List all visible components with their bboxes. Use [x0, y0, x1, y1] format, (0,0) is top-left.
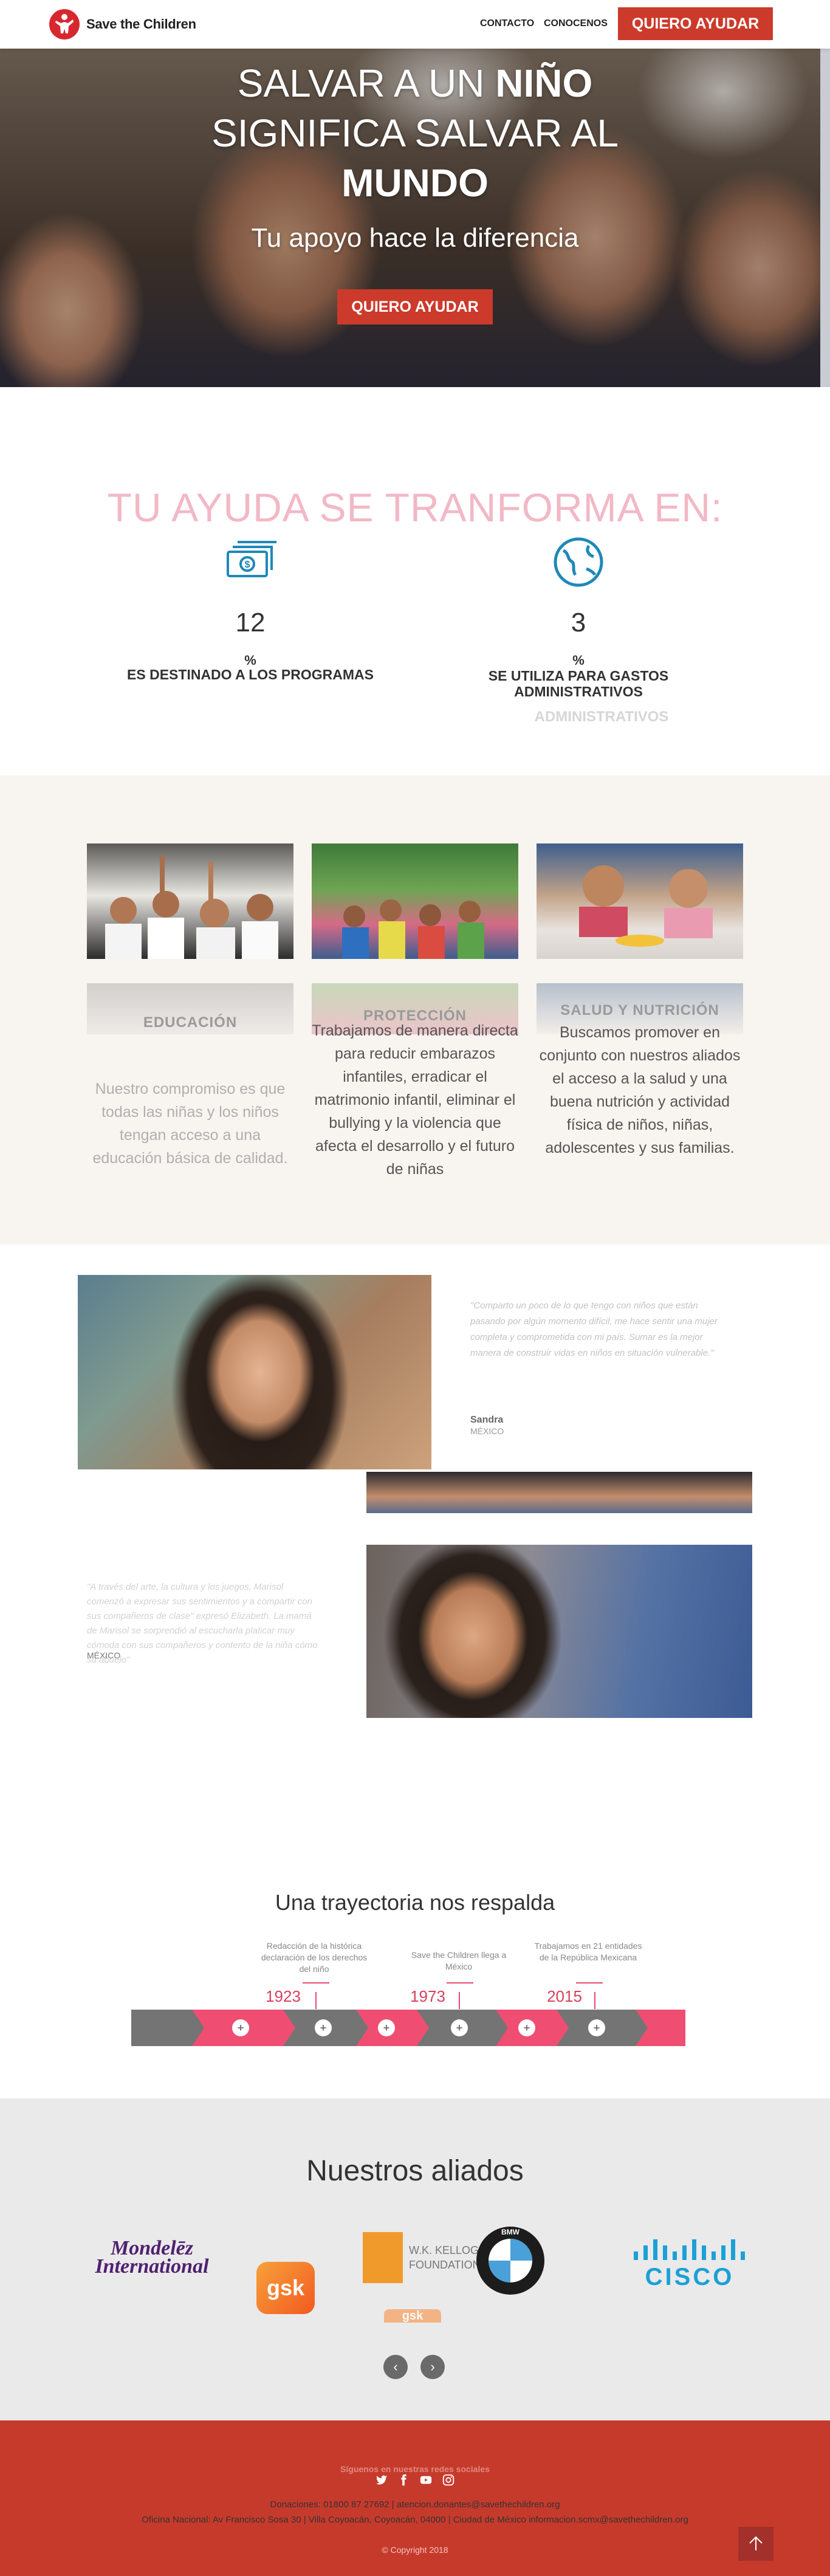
nav-contacto-link[interactable]: CONTACTO: [480, 18, 534, 29]
timeline-dot-5[interactable]: +: [518, 2019, 535, 2036]
footer-copyright: © Copyright 2018: [382, 2545, 448, 2555]
timeline-year-2015: 2015: [547, 1987, 582, 2005]
impact-label-gastos-ghost: ADMINISTRATIVOS: [534, 709, 669, 722]
program-text-proteccion: Trabajamos de manera directa para reduci…: [312, 1022, 518, 1178]
svg-text:$: $: [245, 560, 250, 570]
testimonial-name: Sandra: [470, 1415, 504, 1425]
impact-title: TU AYUDA SE TRANFORMA EN:: [107, 485, 723, 530]
save-the-children-logo-icon: [49, 9, 80, 39]
timeline-dot-6[interactable]: +: [588, 2019, 605, 2036]
money-icon: $: [227, 541, 276, 577]
timeline-segment-4: [636, 2010, 685, 2046]
timeline-desc-1973: Save the Children llega a México: [411, 1950, 507, 1971]
impact-label-gastos: SE UTILIZA PARA GASTOS ADMINISTRATIVOS: [488, 668, 669, 699]
timeline-marker-2015: [576, 1982, 603, 1984]
logo-text: Save the Children: [86, 16, 196, 32]
hero-title-nino: NIÑO: [495, 61, 593, 105]
arrow-up-icon: [749, 2536, 763, 2550]
bmw-logo-icon: BMW: [476, 2227, 544, 2295]
timeline-arrow-1923: [315, 1992, 317, 2009]
logo[interactable]: Save the Children: [49, 9, 196, 40]
youtube-icon[interactable]: [419, 2473, 433, 2487]
testimonial-place: MÉXICO: [470, 1426, 504, 1436]
nav-conocenos-link[interactable]: CONOCENOS: [544, 18, 608, 29]
testimonial-photo-sandra: [78, 1275, 431, 1469]
header-donate-button[interactable]: QUIERO AYUDAR: [618, 7, 773, 40]
mondelez-logo-text: Mondelēz International: [95, 2237, 209, 2278]
impact-unit-gastos: %: [572, 653, 585, 668]
hero-title-mundo: MUNDO: [341, 161, 489, 205]
testimonial-photo-marisol: [366, 1545, 752, 1718]
gsk-logo-text: gsk: [266, 2275, 305, 2300]
cisco-logo-text: CISCO: [645, 2263, 735, 2290]
gsk-ghost-logo: gsk: [384, 2309, 441, 2323]
partner-logo-gsk[interactable]: gsk: [249, 2248, 322, 2327]
instagram-icon[interactable]: [442, 2473, 455, 2487]
timeline-title: Una trayectoria nos respalda: [275, 1890, 555, 1915]
timeline-marker-1923: [303, 1982, 329, 1984]
hero-title: SALVAR A UN NIÑO SIGNIFICA SALVAR AL MUN…: [172, 58, 658, 208]
testimonial-photo-strip: [366, 1472, 752, 1513]
timeline-year-1923: 1923: [266, 1987, 301, 2005]
hero-scrollbar[interactable]: [820, 49, 830, 387]
bmw-logo-text: BMW: [501, 2228, 520, 2236]
hero-title-line1: SALVAR A UN: [237, 61, 496, 105]
globe-icon: [554, 537, 603, 587]
timeline-dot-4[interactable]: +: [451, 2019, 468, 2036]
back-to-top-button[interactable]: [738, 2527, 773, 2561]
testimonial-quote-marisol: "A través del arte, la cultura y los jue…: [87, 1582, 318, 1665]
testimonial-place-2: MÉXICO: [87, 1650, 121, 1660]
footer-social-links: [366, 2473, 464, 2487]
partners-title: Nuestros aliados: [306, 2155, 524, 2187]
program-text-educacion: Nuestro compromiso es que todas las niña…: [92, 1080, 288, 1167]
program-image-proteccion: [312, 843, 518, 959]
footer-donations: Donaciones: 01800 87 27692 | atencion.do…: [270, 2499, 560, 2510]
partner-logo-bmw[interactable]: BMW: [462, 2221, 559, 2300]
timeline-desc-2015: Trabajamos en 21 entidades de la Repúbli…: [534, 1941, 642, 1962]
partner-logo-mondelez[interactable]: Mondelēz International: [85, 2218, 219, 2297]
carousel-prev-button[interactable]: ‹: [383, 2355, 408, 2379]
hero-title-line2: SIGNIFICA SALVAR AL: [211, 111, 619, 155]
footer-office: Oficina Nacional: Av Francisco Sosa 30 |…: [142, 2515, 688, 2525]
timeline-dot-2[interactable]: +: [315, 2019, 332, 2036]
impact-number-programas: 12: [235, 608, 266, 637]
program-text-salud: Buscamos promover en conjunto con nuestr…: [539, 1024, 741, 1156]
timeline-dot-1[interactable]: +: [232, 2019, 249, 2036]
facebook-icon[interactable]: [397, 2473, 410, 2487]
program-name-educacion[interactable]: EDUCACIÓN: [87, 1014, 293, 1031]
footer-follow-text: Síguenos en nuestras redes sociales: [340, 2464, 490, 2474]
timeline-desc-1923: Redacción de la histórica declaración de…: [261, 1941, 368, 1974]
carousel-next-button[interactable]: ›: [420, 2355, 445, 2379]
timeline-dot-3[interactable]: +: [378, 2019, 395, 2036]
timeline-marker-1973: [447, 1982, 473, 1984]
program-image-salud: [537, 843, 743, 959]
testimonial-quote-sandra: "Comparto un poco de lo que tengo con ni…: [470, 1300, 718, 1358]
timeline-year-1973: 1973: [410, 1987, 445, 2005]
hero-donate-button[interactable]: QUIERO AYUDAR: [337, 289, 493, 325]
program-image-educacion: [87, 843, 293, 959]
hero-subtitle: Tu apoyo hace la diferencia: [251, 223, 579, 253]
partner-logo-cisco[interactable]: CISCO: [626, 2224, 753, 2303]
timeline-arrow-1973: [459, 1992, 460, 2009]
twitter-icon[interactable]: [375, 2473, 388, 2487]
cisco-bars-icon: [634, 2239, 745, 2260]
impact-number-gastos: 3: [571, 608, 586, 637]
program-name-salud[interactable]: SALUD Y NUTRICIÓN: [537, 1002, 743, 1019]
impact-label-programas: ES DESTINADO A LOS PROGRAMAS: [127, 667, 374, 682]
timeline-arrow-2015: [594, 1992, 595, 2009]
